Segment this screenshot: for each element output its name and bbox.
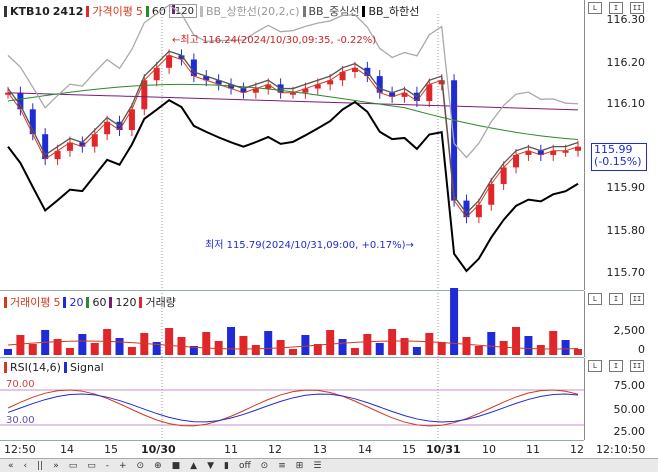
price-axis[interactable]: 116.30 116.20 116.10 115.90 115.80 115.7… [584, 0, 658, 290]
low-annotation: 최저 115.79(2024/10/31,09:00, +0.17%)→ [205, 240, 414, 251]
toolbar-button[interactable]: ■ [172, 461, 181, 471]
pane-button[interactable]: II [630, 360, 644, 372]
x-label: 12 [268, 443, 282, 456]
volume-bar [388, 329, 397, 355]
volume-bar [301, 335, 310, 355]
pane-button[interactable]: L [588, 293, 602, 305]
volume-bar [127, 347, 136, 355]
volume-bar [65, 348, 74, 355]
toolbar-button[interactable]: ☰ [313, 461, 321, 471]
x-label: 14 [358, 443, 372, 456]
rsi-signal-line [7, 393, 579, 423]
x-label: 10/30 [141, 443, 176, 456]
x-label: 10 [482, 443, 496, 456]
price-tick: 115.90 [606, 181, 646, 194]
volume-bar [487, 332, 496, 355]
volume-bar [227, 327, 236, 355]
x-label: 15 [104, 443, 118, 456]
volume-bar [289, 349, 297, 355]
volume-bar [462, 337, 471, 355]
volume-bar [375, 343, 384, 355]
volume-bar [251, 345, 260, 355]
chart-toolbar: «‹ ||» ▭ ▭ - + ⊙ ⊕ ■ ▲ ▼ ▮ off ⊙ ≡ ⊞ ☰ [0, 458, 658, 472]
volume-bar [16, 335, 25, 355]
volume-bar [90, 343, 99, 355]
rsi-tick: 25.00 [613, 425, 646, 438]
toolbar-button[interactable]: « [8, 461, 14, 471]
high-annotation: ←최고 116.24(2024/10/30,09:35, -0.22%) [172, 35, 377, 46]
volume-bar [350, 348, 359, 355]
price-tick: 116.30 [606, 13, 646, 26]
toolbar-button[interactable]: ⊙ [261, 461, 269, 471]
volume-bar [4, 349, 12, 355]
current-price-box: 115.99 (-0.15%) [591, 143, 647, 171]
volume-bar [450, 288, 459, 355]
volume-bar [78, 334, 87, 355]
toolbar-button[interactable]: - [106, 461, 109, 471]
rsi-tick: 75.00 [613, 379, 646, 392]
volume-bar [202, 332, 211, 355]
time-display: 12:10:50 [596, 443, 646, 456]
rsi-tick: 50.00 [613, 403, 646, 416]
toolbar-button[interactable]: ≡ [278, 461, 286, 471]
volume-bar [512, 327, 521, 355]
vol-tick: 0 [638, 343, 645, 356]
pane-button[interactable]: II [630, 293, 644, 305]
price-tick: 115.80 [606, 224, 646, 237]
x-label: 10/31 [426, 443, 461, 456]
volume-bar [326, 330, 335, 355]
pane-button[interactable]: I [609, 2, 623, 14]
price-tick: 115.70 [606, 266, 646, 279]
chart-graphics [0, 4, 584, 440]
x-label: 14 [60, 443, 74, 456]
toolbar-button[interactable]: » [53, 461, 59, 471]
pane-button[interactable]: L [588, 2, 602, 14]
rsi-line [7, 389, 579, 427]
volume-bar [115, 338, 124, 355]
toolbar-button[interactable]: ‹ [24, 461, 28, 471]
volume-bar [28, 344, 37, 355]
volume-bar [437, 342, 446, 355]
volume-bar [499, 341, 508, 355]
toolbar-button[interactable]: ▲ [190, 461, 197, 471]
toolbar-button[interactable]: ▭ [69, 461, 78, 471]
volume-bar [574, 349, 582, 355]
volume-bar [165, 328, 174, 355]
toolbar-button[interactable]: ⊞ [296, 461, 304, 471]
toolbar-button[interactable]: + [119, 461, 127, 471]
pane-button[interactable]: I [609, 360, 623, 372]
x-label: 13 [313, 443, 327, 456]
pane-button[interactable]: I [609, 293, 623, 305]
volume-bar [536, 345, 545, 355]
pane-button[interactable]: II [630, 2, 644, 14]
x-label: 12 [570, 443, 584, 456]
x-label: 11 [224, 443, 238, 456]
volume-bar [239, 336, 248, 355]
price-tick: 116.20 [606, 56, 646, 69]
toolbar-button[interactable]: off [239, 461, 251, 471]
x-label: 12:50 [4, 443, 36, 456]
volume-bar [425, 333, 434, 355]
volume-bar [103, 329, 112, 355]
volume-bar [338, 339, 347, 355]
volume-bar [412, 347, 421, 355]
volume-bar [524, 336, 533, 355]
toolbar-button[interactable]: ▼ [207, 461, 214, 471]
vol-tick: 2,500 [613, 324, 646, 337]
volume-bar [561, 340, 570, 355]
volume-bar [549, 331, 558, 355]
pane-button[interactable]: L [588, 360, 602, 372]
x-label: 15 [402, 443, 416, 456]
toolbar-button[interactable]: ⊕ [154, 461, 162, 471]
toolbar-button[interactable]: || [37, 461, 43, 471]
toolbar-button[interactable]: ▮ [224, 461, 229, 471]
volume-bar [474, 346, 483, 355]
current-change: (-0.15%) [594, 155, 642, 168]
volume-bar [363, 334, 372, 355]
volume-bar [264, 331, 273, 355]
x-label: 11 [526, 443, 540, 456]
price-tick: 116.10 [606, 97, 646, 110]
toolbar-button[interactable]: ⊙ [137, 461, 145, 471]
toolbar-button[interactable]: ▭ [87, 461, 96, 471]
